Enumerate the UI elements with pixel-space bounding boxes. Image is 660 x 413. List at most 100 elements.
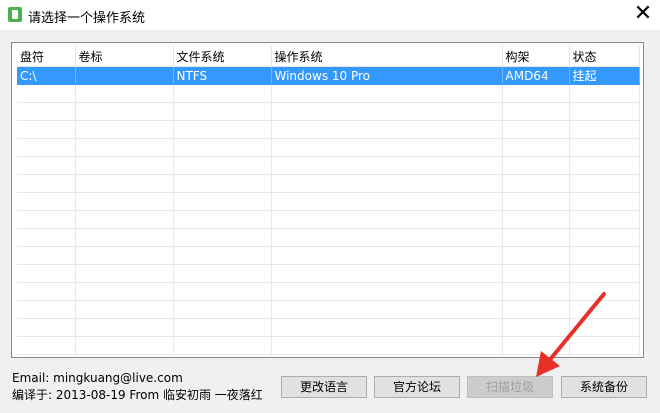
empty-cell [502,246,570,265]
empty-table-row [17,174,640,193]
empty-cell [75,318,174,337]
empty-cell [75,300,174,319]
os-table: 盘符 卷标 文件系统 操作系统 构架 状态 C:\ NTFS Windows 1… [17,46,640,355]
cell-architecture: AMD64 [502,66,570,85]
column-header-operating-system[interactable]: 操作系统 [271,46,503,67]
empty-cell [271,282,503,301]
table-header-row: 盘符 卷标 文件系统 操作系统 构架 状态 [17,46,640,67]
empty-cell [75,246,174,265]
cell-drive: C:\ [17,66,76,85]
empty-cell [569,120,640,139]
empty-table-row [17,138,640,157]
empty-cell [17,138,76,157]
empty-cell [569,264,640,283]
empty-cell [502,156,570,175]
empty-cell [271,156,503,175]
empty-cell [75,264,174,283]
column-header-architecture[interactable]: 构架 [502,46,570,67]
empty-cell [569,282,640,301]
column-header-drive[interactable]: 盘符 [17,46,76,67]
empty-table-row [17,228,640,247]
cell-status: 挂起 [569,66,640,85]
empty-cell [75,84,174,103]
empty-cell [75,102,174,121]
empty-cell [173,228,272,247]
empty-cell [271,264,503,283]
empty-cell [271,228,503,247]
window-title: 请选择一个操作系统 [28,11,146,26]
empty-cell [502,210,570,229]
empty-table-row [17,246,640,265]
column-header-status[interactable]: 状态 [569,46,640,67]
scan-junk-button[interactable]: 扫描垃圾 [467,376,553,398]
empty-cell [75,138,174,157]
change-language-button[interactable]: 更改语言 [281,376,367,398]
empty-cell [271,192,503,211]
empty-cell [173,156,272,175]
empty-cell [75,282,174,301]
empty-cell [569,138,640,157]
empty-table-row [17,102,640,121]
empty-cell [271,120,503,139]
close-button[interactable]: ✕ [626,0,660,30]
empty-table-row [17,318,640,337]
empty-cell [271,336,503,355]
empty-table-row [17,264,640,283]
empty-cell [569,246,640,265]
empty-cell [502,264,570,283]
empty-cell [502,120,570,139]
empty-cell [75,210,174,229]
empty-cell [502,174,570,193]
empty-cell [173,300,272,319]
empty-cell [502,282,570,301]
empty-cell [17,282,76,301]
empty-cell [17,102,76,121]
empty-cell [173,84,272,103]
column-header-file-system[interactable]: 文件系统 [173,46,272,67]
empty-cell [75,336,174,355]
empty-cell [569,300,640,319]
compile-info: 编译于: 2013-08-19 From 临安初雨 一夜落红 [12,388,263,402]
empty-cell [502,84,570,103]
empty-table-row [17,210,640,229]
cell-operating-system: Windows 10 Pro [271,66,503,85]
empty-cell [75,228,174,247]
empty-table-row [17,336,640,355]
empty-cell [271,174,503,193]
empty-cell [17,120,76,139]
system-backup-button[interactable]: 系统备份 [561,376,647,398]
empty-cell [17,84,76,103]
empty-cell [173,264,272,283]
empty-cell [17,156,76,175]
title-bar: 请选择一个操作系统 ✕ [0,0,660,30]
table-row[interactable]: C:\ NTFS Windows 10 Pro AMD64 挂起 [17,66,640,85]
os-list[interactable]: 盘符 卷标 文件系统 操作系统 构架 状态 C:\ NTFS Windows 1… [11,42,644,358]
empty-cell [17,192,76,211]
empty-cell [271,300,503,319]
empty-table-row [17,192,640,211]
empty-cell [502,228,570,247]
empty-cell [17,174,76,193]
empty-cell [75,156,174,175]
cell-volume-label [75,66,174,85]
empty-cell [569,210,640,229]
empty-table-row [17,84,640,103]
empty-cell [569,228,640,247]
empty-cell [502,318,570,337]
official-forum-button[interactable]: 官方论坛 [374,376,460,398]
email-info: Email: mingkuang@live.com [12,371,183,385]
empty-cell [569,102,640,121]
empty-cell [173,174,272,193]
empty-cell [75,174,174,193]
empty-cell [173,102,272,121]
empty-cell [17,246,76,265]
empty-table-row [17,120,640,139]
empty-cell [502,192,570,211]
empty-cell [569,84,640,103]
empty-cell [75,192,174,211]
empty-cell [173,318,272,337]
empty-cell [17,336,76,355]
empty-cell [17,318,76,337]
empty-cell [569,336,640,355]
column-header-volume-label[interactable]: 卷标 [75,46,174,67]
